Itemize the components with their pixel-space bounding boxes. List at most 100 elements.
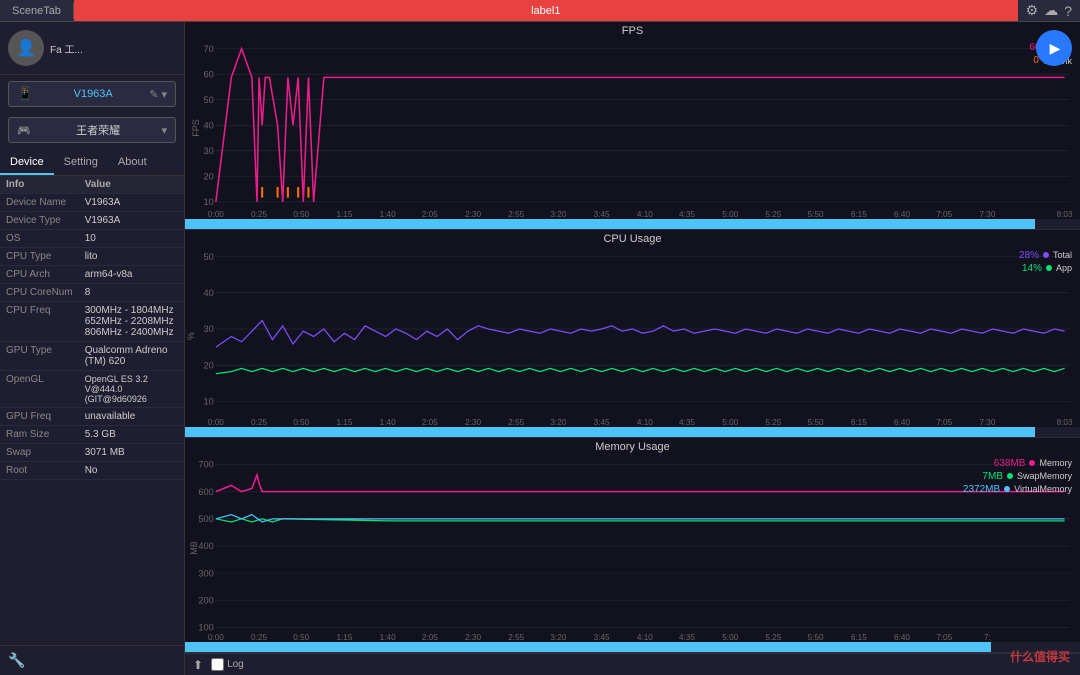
sidebar-tabs: Device Setting About: [0, 151, 184, 176]
table-row: Device Name V1963A: [0, 194, 184, 212]
svg-text:3:20: 3:20: [550, 209, 566, 219]
svg-text:2:30: 2:30: [465, 209, 481, 219]
root-val: No: [79, 462, 184, 480]
memory-chart-svg: 700 600 500 400 300 200 100 0:00 0:25: [185, 454, 1080, 642]
memory-legend: 638MB Memory 7MB SwapMemory 2372MB Virtu…: [963, 458, 1072, 497]
svg-text:50: 50: [204, 251, 214, 262]
table-row: OpenGL OpenGL ES 3.2 V@444.0 (GIT@9d6092…: [0, 371, 184, 408]
svg-text:5:50: 5:50: [808, 632, 824, 642]
svg-text:3:45: 3:45: [594, 417, 610, 427]
svg-text:5:00: 5:00: [722, 209, 738, 219]
svg-text:4:10: 4:10: [637, 209, 653, 219]
os-key: OS: [0, 230, 79, 248]
svg-text:600: 600: [198, 487, 213, 497]
svg-text:1:15: 1:15: [336, 417, 352, 427]
svg-text:4:10: 4:10: [637, 417, 653, 427]
bottom-bar: ⬆ Log: [185, 653, 1080, 675]
svg-text:7:05: 7:05: [936, 417, 952, 427]
cpu-chart-title: CPU Usage: [185, 230, 1080, 246]
wrench-icon[interactable]: 🔧: [8, 652, 25, 669]
svg-text:2:05: 2:05: [422, 632, 438, 642]
help-icon[interactable]: ?: [1064, 3, 1072, 19]
cpu-scrollbar-thumb[interactable]: [185, 427, 1035, 437]
cpu-y-label: %: [186, 332, 196, 340]
main-layout: 👤 Fa 工... 📱 V1963A ✎ ▾ 🎮 王者荣耀 ▾ Device S…: [0, 22, 1080, 675]
svg-text:0:25: 0:25: [251, 632, 267, 642]
svg-text:200: 200: [198, 595, 213, 605]
memory-scrollbar[interactable]: [185, 642, 1080, 652]
svg-text:7:05: 7:05: [936, 632, 952, 642]
svg-text:0:25: 0:25: [251, 209, 267, 219]
app-selector[interactable]: 🎮 王者荣耀 ▾: [8, 117, 176, 143]
svg-text:30: 30: [204, 145, 214, 156]
svg-text:500: 500: [198, 514, 213, 524]
svg-text:0:00: 0:00: [208, 209, 224, 219]
cpu-scrollbar[interactable]: [185, 427, 1080, 437]
tab-setting[interactable]: Setting: [54, 151, 108, 175]
table-row: Device Type V1963A: [0, 212, 184, 230]
play-button[interactable]: [1036, 30, 1072, 66]
svg-text:1:15: 1:15: [336, 209, 352, 219]
svg-text:7:: 7:: [984, 632, 991, 642]
opengl-val: OpenGL ES 3.2 V@444.0 (GIT@9d60926: [79, 371, 184, 408]
cpu-app-dot: [1046, 265, 1052, 271]
svg-text:8:03: 8:03: [1057, 209, 1073, 219]
svg-text:7:05: 7:05: [936, 209, 952, 219]
cloud-icon[interactable]: ☁: [1044, 2, 1058, 19]
svg-text:2:55: 2:55: [508, 417, 524, 427]
log-checkbox[interactable]: Log: [211, 658, 244, 671]
tab-about[interactable]: About: [108, 151, 157, 175]
scene-tab[interactable]: SceneTab: [0, 3, 74, 19]
fps-scrollbar[interactable]: [185, 219, 1080, 229]
root-key: Root: [0, 462, 79, 480]
cpu-legend-app: 14% App: [1019, 263, 1072, 274]
fps-scrollbar-thumb[interactable]: [185, 219, 1035, 229]
table-row: GPU Freq unavailable: [0, 408, 184, 426]
settings-icon[interactable]: ⚙: [1026, 2, 1039, 19]
device-dropdown-arrow: ✎ ▾: [149, 88, 167, 101]
svg-text:2:05: 2:05: [422, 417, 438, 427]
memory-chart-title: Memory Usage: [185, 438, 1080, 454]
svg-text:70: 70: [204, 43, 214, 54]
charts-area: FPS FPS 70 60 50 40 30: [185, 22, 1080, 675]
tab-device[interactable]: Device: [0, 151, 54, 175]
cpu-legend: 28% Total 14% App: [1019, 250, 1072, 276]
svg-text:6:15: 6:15: [851, 417, 867, 427]
expand-icon[interactable]: ⬆: [193, 658, 203, 672]
svg-text:6:15: 6:15: [851, 209, 867, 219]
mem-legend-swap: 7MB SwapMemory: [963, 471, 1072, 482]
fps-chart-title: FPS: [185, 22, 1080, 38]
cpu-total-dot: [1043, 252, 1049, 258]
app-icon: 🎮: [17, 124, 31, 137]
device-icon: 📱: [17, 86, 33, 102]
svg-text:2:55: 2:55: [508, 632, 524, 642]
svg-text:0:50: 0:50: [293, 632, 309, 642]
svg-text:0:25: 0:25: [251, 417, 267, 427]
svg-text:3:45: 3:45: [594, 209, 610, 219]
avatar: 👤: [8, 30, 44, 66]
svg-text:10: 10: [204, 395, 214, 406]
svg-text:4:35: 4:35: [679, 209, 695, 219]
svg-text:5:25: 5:25: [765, 632, 781, 642]
log-checkbox-input[interactable]: [211, 658, 224, 671]
svg-text:8:03: 8:03: [1057, 417, 1073, 427]
app-name: 王者荣耀: [76, 122, 120, 138]
svg-text:6:15: 6:15: [851, 632, 867, 642]
svg-text:2:30: 2:30: [465, 417, 481, 427]
svg-text:700: 700: [198, 459, 213, 469]
memory-scrollbar-thumb[interactable]: [185, 642, 991, 652]
svg-text:5:00: 5:00: [722, 417, 738, 427]
virtual-dot: [1004, 486, 1010, 492]
gpu-freq-val: unavailable: [79, 408, 184, 426]
os-val: 10: [79, 230, 184, 248]
device-selector[interactable]: 📱 V1963A ✎ ▾: [8, 81, 176, 107]
svg-text:1:40: 1:40: [380, 417, 396, 427]
mem-legend-memory: 638MB Memory: [963, 458, 1072, 469]
table-row: OS 10: [0, 230, 184, 248]
svg-text:0:50: 0:50: [293, 209, 309, 219]
top-icons: ⚙ ☁ ?: [1018, 2, 1080, 19]
fps-chart-svg: 70 60 50 40 30 20 10 0:00: [185, 38, 1080, 219]
svg-text:2:55: 2:55: [508, 209, 524, 219]
table-row: Swap 3071 MB: [0, 444, 184, 462]
svg-text:1:15: 1:15: [336, 632, 352, 642]
